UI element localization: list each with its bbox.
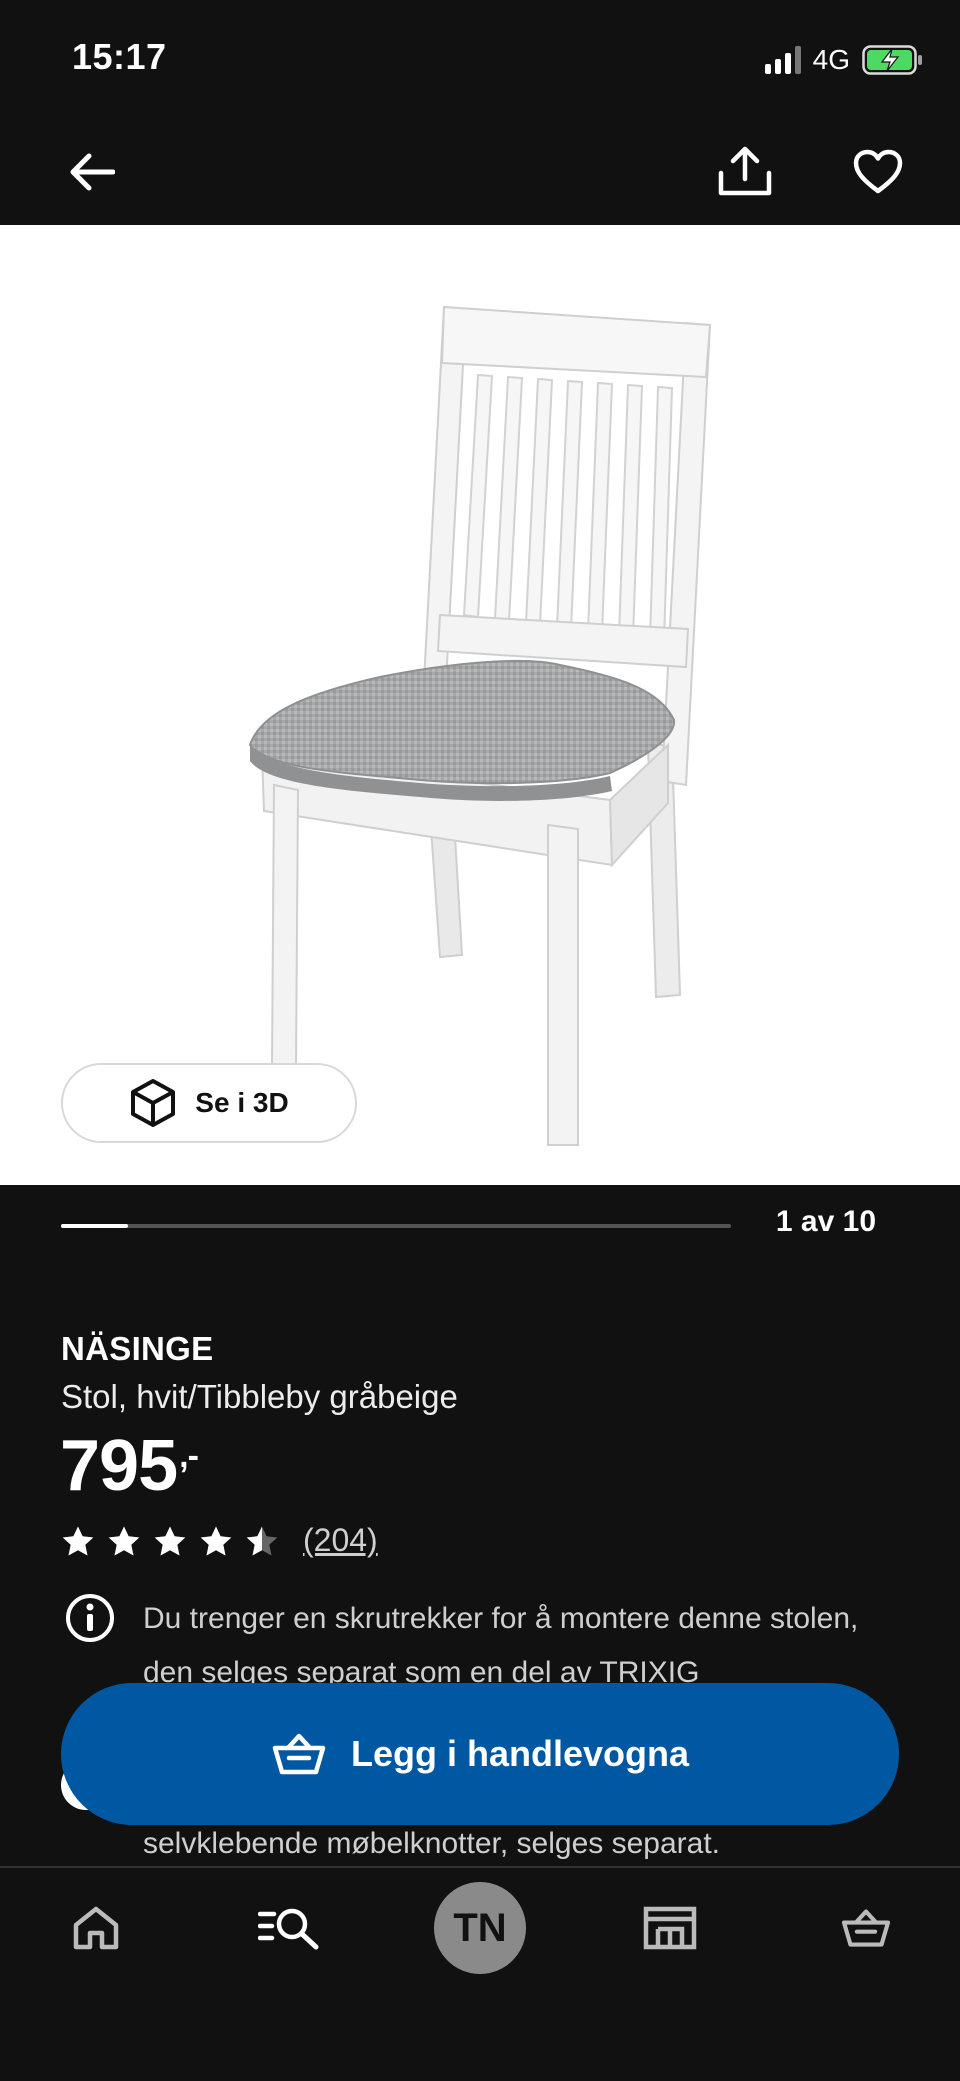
product-name: NÄSINGE xyxy=(61,1330,214,1367)
price-value: 795 xyxy=(60,1426,178,1506)
tab-home[interactable] xyxy=(64,1868,128,1988)
favourite-button[interactable] xyxy=(846,140,910,204)
heart-icon xyxy=(853,149,903,194)
view-3d-label: Se i 3D xyxy=(195,1087,289,1118)
tab-cart[interactable] xyxy=(836,1868,896,1988)
arrow-left-icon xyxy=(70,153,115,191)
review-count-link[interactable]: (204) xyxy=(303,1522,378,1559)
home-icon xyxy=(73,1906,119,1950)
share-button[interactable] xyxy=(712,138,778,204)
star-icon xyxy=(200,1526,232,1555)
chair-illustration xyxy=(248,305,712,1146)
back-button[interactable] xyxy=(62,142,122,202)
price-suffix: ,- xyxy=(179,1437,199,1475)
status-bar: 15:17 4G xyxy=(0,0,960,120)
star-icon xyxy=(62,1526,94,1555)
star-icon xyxy=(154,1526,186,1555)
gallery-page-indicator: 1 av 10 xyxy=(775,1205,876,1238)
product-price: 795,- xyxy=(60,1425,199,1507)
network-label: 4G xyxy=(812,44,850,75)
cart-icon xyxy=(841,1909,891,1947)
basket-icon xyxy=(272,1733,326,1775)
signal-icon xyxy=(764,46,801,74)
info-icon xyxy=(64,1592,116,1649)
gallery-progress xyxy=(61,1224,731,1228)
add-to-cart-button[interactable]: Legg i handlevogna xyxy=(61,1683,899,1825)
nav-bar xyxy=(0,120,960,225)
share-icon xyxy=(718,146,772,196)
status-time: 15:17 xyxy=(72,36,167,77)
gallery-progress-fill xyxy=(61,1224,128,1228)
rating[interactable]: (204) xyxy=(61,1522,378,1559)
star-icon xyxy=(246,1526,278,1555)
view-3d-button[interactable]: Se i 3D xyxy=(61,1063,357,1143)
store-icon xyxy=(643,1906,697,1950)
star-icon xyxy=(108,1526,140,1555)
tab-store[interactable] xyxy=(640,1868,700,1988)
battery-charging-icon xyxy=(862,45,922,75)
search-icon xyxy=(258,1908,319,1950)
avatar: TN xyxy=(434,1882,526,1974)
product-image[interactable] xyxy=(0,225,960,1185)
bottom-tab-bar: TN xyxy=(0,1866,960,2081)
add-to-cart-label: Legg i handlevogna xyxy=(350,1733,690,1774)
status-indicators: 4G xyxy=(764,40,924,80)
assembly-info-text-end: selvklebende møbelknotter, selges separa… xyxy=(143,1827,720,1860)
tab-profile[interactable]: TN xyxy=(432,1868,528,1988)
cube-icon xyxy=(131,1079,176,1127)
product-description: Stol, hvit/Tibbleby gråbeige xyxy=(61,1378,458,1415)
tab-search[interactable] xyxy=(254,1868,324,1988)
rating-stars xyxy=(61,1525,279,1557)
